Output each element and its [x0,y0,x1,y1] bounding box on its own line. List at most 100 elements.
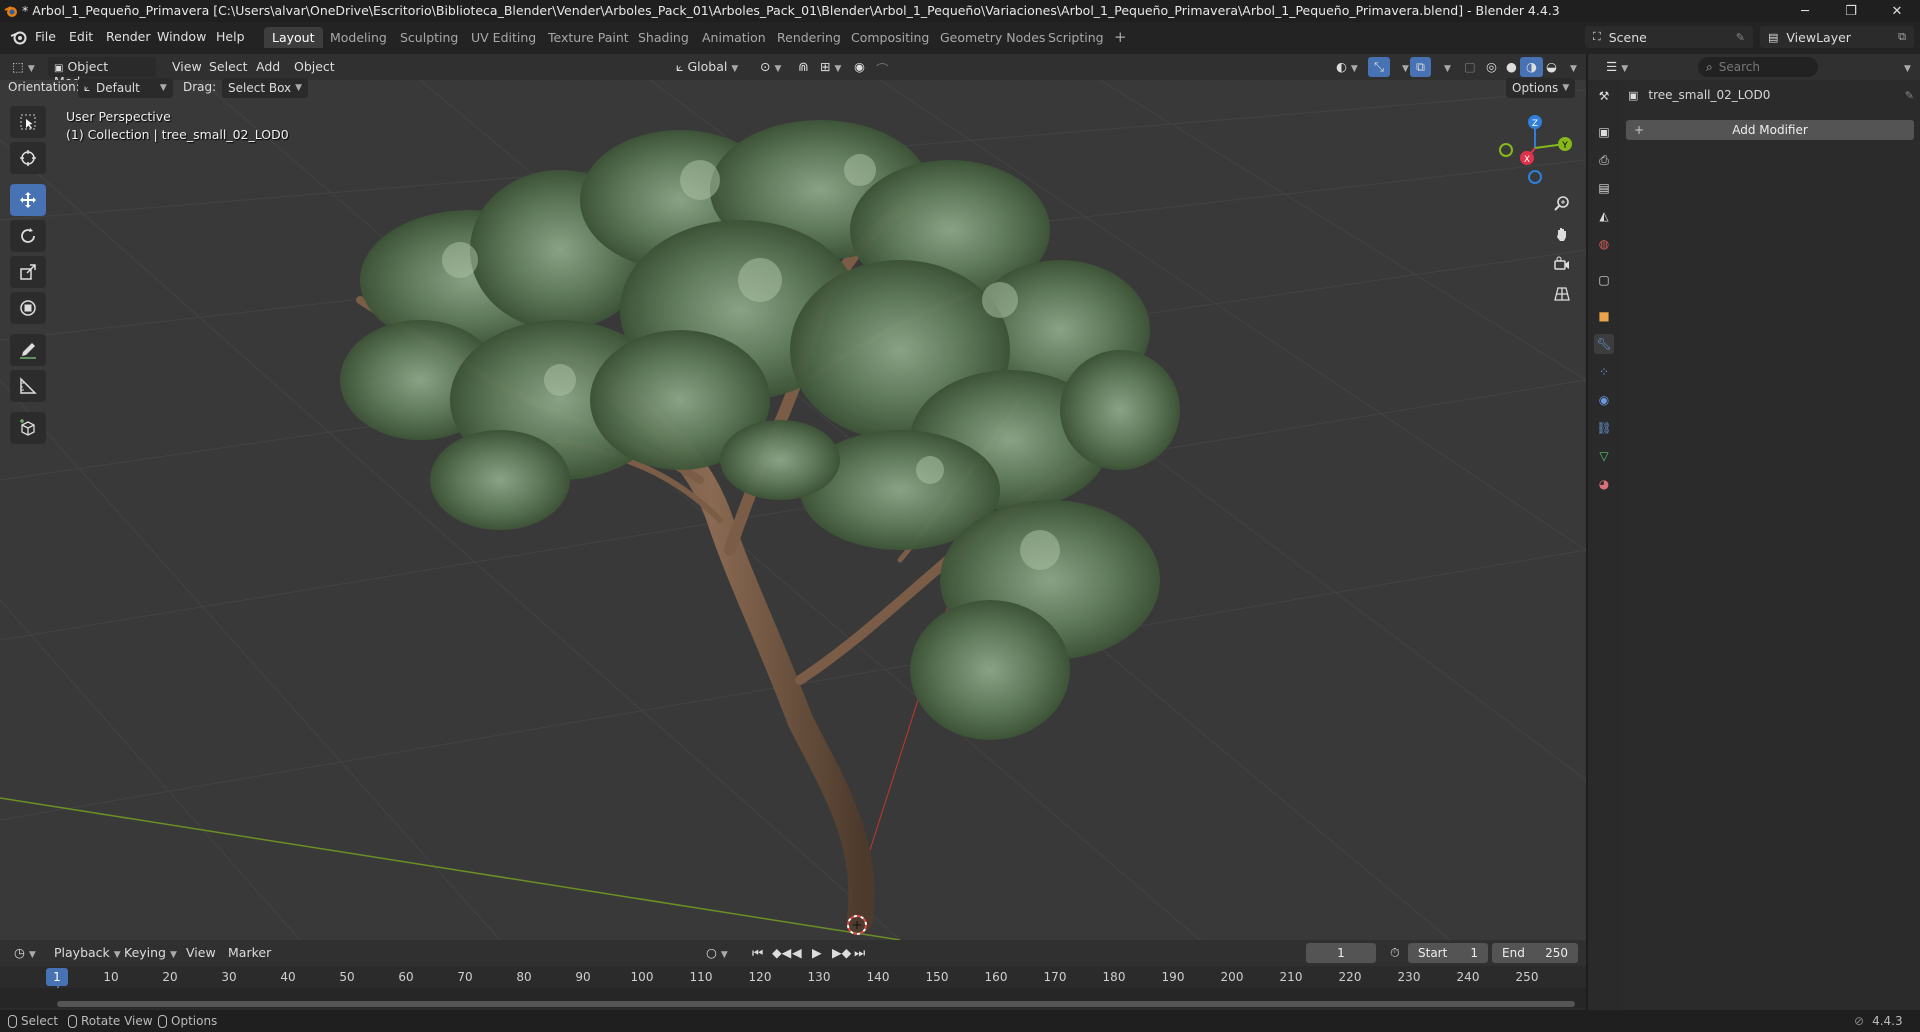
collection-tab-icon[interactable]: ▢ [1594,270,1614,290]
tab-sculpting[interactable]: Sculpting [392,27,466,48]
tab-shading[interactable]: Shading [630,27,697,48]
timeline-view-menu[interactable]: View [180,943,222,963]
zoom-button[interactable] [1548,190,1576,218]
end-frame-field[interactable]: End 250 [1492,943,1578,963]
transform-orientation-dropdown[interactable]: ⟀ Global ▼ [670,57,744,77]
middle-mouse-icon [68,1014,77,1028]
tab-compositing[interactable]: Compositing [843,27,937,48]
pin-icon[interactable]: ✎ [1905,89,1914,102]
tab-animation[interactable]: Animation [694,27,774,48]
move-tool[interactable] [10,184,46,216]
properties-editor-type[interactable]: ☰ ▼ [1600,57,1634,77]
modifier-tab-icon[interactable]: 🔧︎ [1594,334,1614,354]
blender-menu-icon[interactable] [10,29,28,45]
menu-render[interactable]: Render [106,29,151,44]
object-tab-icon[interactable]: ■ [1594,306,1614,326]
properties-options-button[interactable]: ▼ [1894,57,1917,77]
ruler-icon [20,377,37,394]
tab-texture-paint[interactable]: Texture Paint [540,27,637,48]
pivot-point-button[interactable]: ⊙ ▼ [754,57,787,77]
play-button[interactable]: ▶ [806,943,828,963]
proportional-edit-toggle[interactable]: ◉ [848,57,871,77]
scene-selector[interactable]: ⛶ Scene ✎ [1585,26,1753,48]
menu-edit[interactable]: Edit [69,29,93,44]
add-workspace-button[interactable]: + [1106,25,1135,46]
snap-toggle[interactable]: ⋒ [792,57,814,77]
overlay-toggle[interactable]: ⧉ [1410,57,1431,77]
output-tab-icon[interactable]: ⎙ [1594,150,1614,170]
material-tab-icon[interactable]: ◕ [1594,474,1614,494]
render-tab-icon[interactable]: ▣ [1594,122,1614,142]
editor-type-button[interactable]: ⬚ ▼ [6,57,41,77]
transform-tool[interactable] [10,292,46,324]
annotate-tool[interactable] [10,334,46,366]
constraints-tab-icon[interactable]: ⛓ [1594,418,1614,438]
add-modifier-button[interactable]: + Add Modifier [1626,120,1914,140]
gizmo-toggle[interactable]: ⤡ [1368,57,1391,77]
current-frame-field[interactable]: 1 [1306,943,1376,963]
pin-icon[interactable]: ✎ [1736,31,1745,44]
tab-scripting[interactable]: Scripting [1040,27,1112,48]
view-layer-tab-icon[interactable]: ▤ [1594,178,1614,198]
measure-tool[interactable] [10,370,46,402]
restore-button[interactable]: ❐ [1828,0,1874,22]
menu-add[interactable]: Add [250,57,286,77]
timeline-editor-type[interactable]: ◷ ▼ [8,943,42,963]
timeline-scrollbar[interactable] [57,1001,1575,1007]
auto-keying-toggle[interactable]: ○ ▼ [700,943,734,963]
minimize-button[interactable]: ─ [1782,0,1828,22]
menu-file[interactable]: File [35,29,56,44]
tab-rendering[interactable]: Rendering [769,27,849,48]
preview-range-toggle[interactable]: ⏱ [1384,943,1406,963]
data-tab-icon[interactable]: ▽ [1594,446,1614,466]
menu-help[interactable]: Help [216,29,245,44]
select-box-tool[interactable] [10,106,46,138]
drag-dropdown[interactable]: Select Box ▼ [222,78,309,98]
drag-value: Select Box [228,81,292,95]
options-dropdown[interactable]: Options ▼ [1506,78,1576,98]
start-frame-field[interactable]: Start 1 [1408,943,1488,963]
marker-menu[interactable]: Marker [222,943,277,963]
snap-target-button[interactable]: ⊞ ▼ [814,57,847,77]
physics-tab-icon[interactable]: ◉ [1594,390,1614,410]
properties-search-field[interactable]: ⌕ Search [1698,57,1818,77]
playhead-indicator[interactable]: 1 [46,968,68,986]
falloff-button[interactable]: ⌒ [870,57,895,77]
scene-tab-icon[interactable]: ◭ [1594,206,1614,226]
cursor-tool[interactable] [10,142,46,174]
keying-menu[interactable]: Keying ▼ [118,943,183,963]
menu-view[interactable]: View [166,57,208,77]
menu-window[interactable]: Window [157,29,206,44]
add-cube-tool[interactable] [10,412,46,444]
toggle-perspective-button[interactable] [1548,280,1576,308]
timeline-ruler[interactable]: 1 10 20 30 40 50 60 70 80 90 100 110 120… [0,966,1586,1010]
navigation-gizmo[interactable]: Z Y X [1490,110,1580,190]
tab-uv-editing[interactable]: UV Editing [463,27,544,48]
menu-select[interactable]: Select [203,57,254,77]
pencil-icon [20,343,36,359]
playback-menu[interactable]: Playback ▼ [48,943,127,963]
scale-tool[interactable] [10,256,46,288]
particles-tab-icon[interactable]: ⁘ [1594,362,1614,382]
play-reverse-button[interactable]: ◀ [786,943,808,963]
3d-viewport[interactable]: User Perspective (1) Collection | tree_s… [0,80,1586,940]
menu-object[interactable]: Object [288,57,341,77]
pan-button[interactable] [1548,220,1576,248]
tab-geometry-nodes[interactable]: Geometry Nodes [932,27,1053,48]
tab-modeling[interactable]: Modeling [322,27,395,48]
camera-view-button[interactable] [1548,250,1576,278]
object-mode-dropdown[interactable]: ▣Object Mode▼ [48,57,156,89]
visibility-button[interactable]: ◐ ▼ [1330,57,1364,77]
rotate-tool[interactable] [10,220,46,252]
xray-toggle[interactable]: ▢ [1458,57,1482,77]
shading-dropdown[interactable]: ▼ [1560,57,1583,77]
orientation-dropdown[interactable]: ⟀ Default ▼ [78,78,173,98]
tab-layout[interactable]: Layout [264,27,323,48]
overlay-dropdown[interactable]: ▼ [1434,57,1457,77]
tool-tab-icon[interactable]: ⚒ [1594,86,1614,106]
world-tab-icon[interactable]: ◍ [1594,234,1614,254]
jump-end-button[interactable]: ⏭ [848,943,871,963]
close-button[interactable]: ✕ [1874,0,1920,22]
new-view-layer-icon[interactable]: ⧉ [1898,30,1906,44]
view-layer-selector[interactable]: ▤ ViewLayer ⧉ [1760,26,1914,48]
